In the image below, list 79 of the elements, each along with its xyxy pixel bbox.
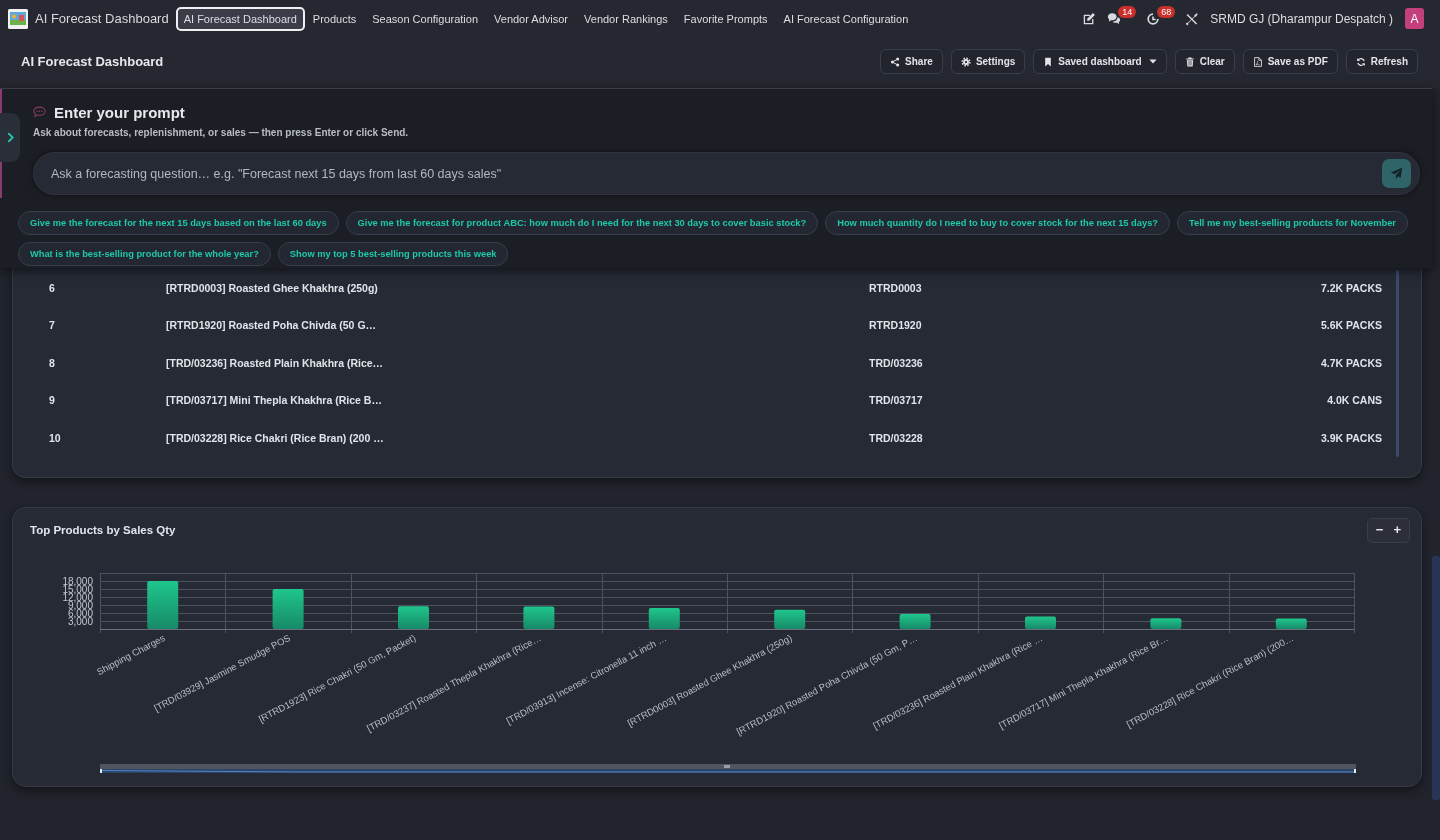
page-scrollbar[interactable] (1432, 556, 1440, 800)
chart-title: Top Products by Sales Qty (30, 524, 176, 536)
table-scrollbar[interactable] (1396, 270, 1399, 457)
send-button[interactable] (1382, 159, 1411, 188)
table-cell-text: [RTRD0003] Roasted Ghee Khakhra (250g) (166, 281, 379, 294)
prompt-title: Enter your prompt (54, 103, 185, 121)
suggestion-chip[interactable]: What is the best-selling product for the whole year? (18, 242, 271, 266)
edit-icon[interactable] (1082, 11, 1097, 26)
page-title: AI Forecast Dashboard (21, 54, 164, 69)
table-cell-text: 10 (49, 431, 62, 444)
bar (1150, 617, 1182, 629)
save-pdf-button[interactable]: Save as PDF (1242, 49, 1338, 74)
zoom-slider[interactable] (100, 763, 1356, 773)
notification-badge: 14 (1118, 5, 1137, 18)
nav-menu-item[interactable]: Favorite Prompts (675, 6, 776, 31)
clear-button[interactable]: Clear (1174, 49, 1235, 74)
table-cell-text: TRD/03236 (869, 356, 924, 369)
suggestion-chip[interactable]: Give me the forecast for the next 15 days based on the last 60 days (18, 211, 339, 235)
document-icon (1252, 56, 1263, 67)
gear-icon (960, 56, 971, 67)
table-cell-text: 9 (49, 394, 56, 407)
table-cell-text: RTRD1920 (869, 319, 923, 332)
table-cell-text: RTRD0003 (869, 281, 923, 294)
table-cell: 5.6K PACKS (1320, 319, 1382, 332)
company-switcher[interactable]: SRMD GJ (Dharampur Despatch ) (1210, 11, 1393, 26)
nav-menu-item[interactable]: Products (304, 6, 365, 31)
refresh-icon (1355, 56, 1366, 67)
bar (398, 605, 429, 629)
sidebar-toggle[interactable] (0, 113, 20, 162)
nav-menu-item[interactable]: Vendor Rankings (576, 6, 676, 31)
table-cell-text: 8 (49, 356, 56, 369)
table-cell-text: [TRD/03717] Mini Thepla Khakhra (Rice B… (166, 394, 383, 407)
refresh-button[interactable]: Refresh (1345, 49, 1418, 74)
table-cell-text: 7 (49, 319, 56, 332)
settings-button[interactable]: Settings (950, 49, 1026, 74)
table-cell-text: 6 (49, 281, 56, 294)
bar (272, 588, 304, 629)
notification-badge: 68 (1157, 5, 1176, 18)
share-icon (890, 56, 901, 67)
tools-icon[interactable] (1185, 11, 1200, 26)
nav-menu-item[interactable]: Season Configuration (364, 6, 487, 31)
bar (523, 606, 555, 629)
nav-menu-item[interactable]: Vendor Advisor (486, 6, 577, 31)
chevron-right-icon (6, 132, 14, 143)
suggestion-chip[interactable]: Tell me my best-selling products for November (1177, 211, 1408, 235)
table-cell: 4.0K CANS (1327, 394, 1382, 407)
trash-icon (1184, 56, 1195, 67)
table-cell-text: [TRD/03236] Roasted Plain Khakhra (Rice… (166, 356, 385, 369)
table-cell: 7.2K PACKS (1320, 281, 1382, 294)
bookmark-icon (1043, 56, 1054, 67)
chat-icon[interactable] (1107, 11, 1122, 26)
table-cell-text: TRD/03228 (869, 431, 924, 444)
table-cell-text: [RTRD1920] Roasted Poha Chivda (50 G… (166, 319, 378, 332)
zoom-out-button[interactable]: − (1372, 522, 1387, 538)
bar (1025, 615, 1056, 629)
bar (648, 607, 680, 629)
zoom-in-button[interactable]: + (1390, 522, 1404, 538)
bar (1275, 618, 1307, 629)
table-cell-text: TRD/03717 (869, 394, 924, 407)
clock-icon[interactable] (1146, 11, 1161, 26)
suggestion-chip[interactable]: Show my top 5 best-selling products this week (277, 242, 509, 266)
app-title: AI Forecast Dashboard (35, 11, 169, 26)
table-cell: 4.7K PACKS (1320, 356, 1382, 369)
table-cell-text: [TRD/03228] Rice Chakri (Rice Bran) (200 … (166, 431, 385, 444)
send-icon (1390, 167, 1403, 180)
table-cell: 3.9K PACKS (1320, 431, 1382, 444)
suggestion-chip[interactable]: Give me the forecast for product ABC: how much do I need for the next 30 days to cover basic stock? (345, 211, 819, 235)
bar (147, 580, 179, 629)
suggestion-chip[interactable]: How much quantity do I need to buy to cover stock for the next 15 days? (825, 211, 1170, 235)
chat-bubble-icon (33, 106, 46, 118)
nav-menu-item[interactable]: AI Forecast Configuration (775, 6, 917, 31)
share-button[interactable]: Share (880, 49, 943, 74)
user-avatar[interactable]: A (1405, 8, 1424, 29)
axis-tick-label: 18,000 (62, 575, 93, 586)
bar (774, 609, 806, 629)
nav-menu-item[interactable]: AI Forecast Dashboard (175, 6, 305, 31)
saved-dashboard-button[interactable]: Saved dashboard (1033, 49, 1167, 74)
logo-icon[interactable] (8, 8, 28, 29)
prompt-subtitle: Ask about forecasts, replenishment, or sales — then press Enter or click Send. (33, 127, 409, 138)
